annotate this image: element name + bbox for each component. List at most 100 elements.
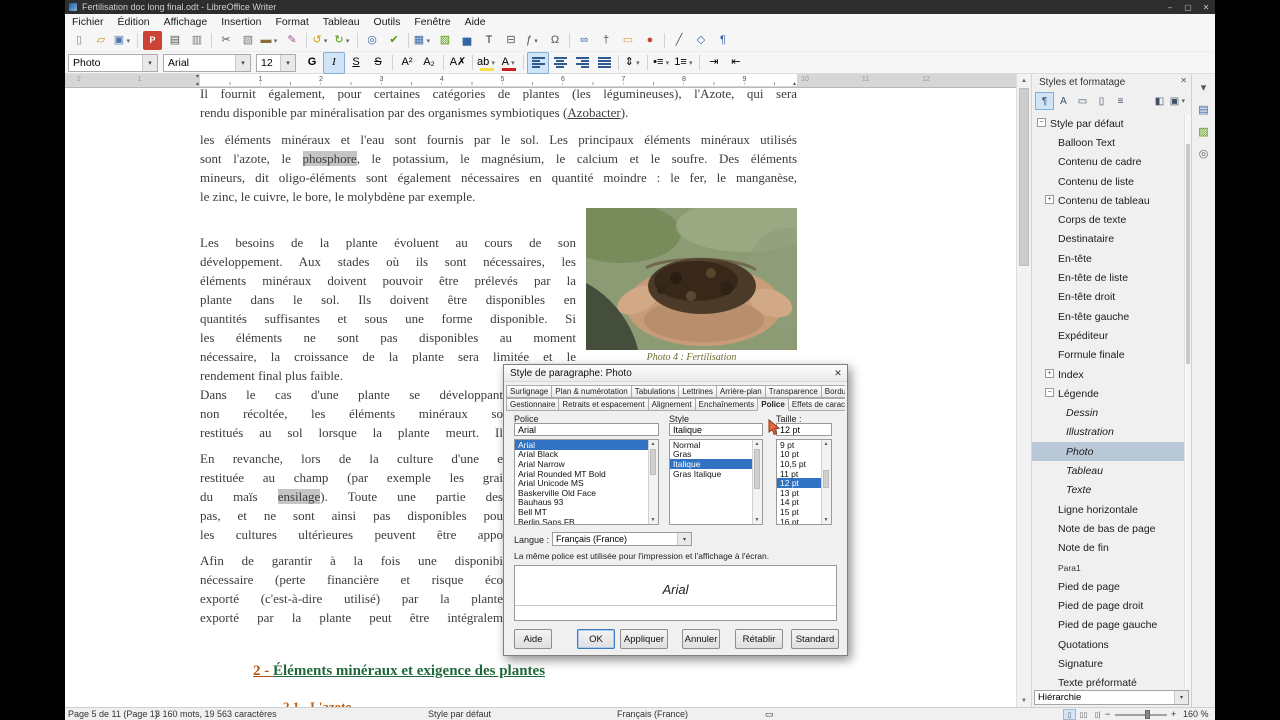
expander-icon[interactable]: + (1045, 368, 1054, 378)
style-item-expediteur[interactable]: Expéditeur (1032, 326, 1184, 345)
size-list-item[interactable]: 11 pt (777, 469, 821, 479)
menu-format[interactable]: Format (269, 14, 316, 30)
expander-icon[interactable]: − (1045, 388, 1054, 398)
paragraph-style-combo[interactable]: Photo ▾ (68, 53, 158, 72)
zoom-out-button[interactable]: − (1105, 709, 1110, 719)
font-size-dropdown[interactable]: ▾ (280, 54, 295, 71)
tab-bordures[interactable]: Bordures (820, 385, 845, 398)
line-spacing-dropdown[interactable]: ▾ (634, 59, 642, 67)
style-list-scroll-up-icon[interactable]: ▲ (753, 440, 761, 448)
size-list-scroll-down-icon[interactable]: ▼ (822, 516, 830, 524)
maximize-button[interactable]: ▢ (1179, 0, 1197, 14)
size-list-item[interactable]: 14 pt (777, 497, 821, 507)
style-filter-dropdown[interactable]: ▾ (1174, 691, 1188, 704)
menu-fenetre[interactable]: Fenêtre (407, 14, 457, 30)
menu-tableau[interactable]: Tableau (316, 14, 367, 30)
size-list-item[interactable]: 10 pt (777, 449, 821, 459)
tab-surlignage[interactable]: Surlignage (506, 385, 553, 398)
formatting-marks-button[interactable]: ¶ (712, 30, 734, 52)
zoom-in-button[interactable]: + (1171, 709, 1176, 719)
insert-textbox-button[interactable]: T (478, 30, 500, 52)
insert-line-button[interactable]: ╱ (668, 30, 690, 52)
menu-edition[interactable]: Édition (111, 14, 157, 30)
zoom-slider[interactable] (1115, 710, 1167, 719)
numbered-list-dropdown[interactable]: ▾ (687, 59, 695, 67)
style-list-item[interactable]: Gras (670, 449, 752, 459)
size-list-item[interactable]: 9 pt (777, 440, 821, 450)
fertilisation-photo[interactable] (586, 208, 797, 350)
align-left-button[interactable] (527, 51, 550, 74)
style-item-en-tete[interactable]: En-tête (1032, 249, 1184, 268)
page-styles-button[interactable]: ▯ (1092, 92, 1111, 110)
font-color-dropdown[interactable]: ▾ (509, 59, 517, 67)
expander-icon[interactable]: − (1037, 118, 1046, 127)
size-list-item[interactable]: 15 pt (777, 507, 821, 517)
style-list-scrollbar[interactable]: ▲ ▼ (752, 440, 762, 524)
font-list-item[interactable]: Arial Black (515, 449, 648, 459)
style-item-texte[interactable]: Texte (1032, 481, 1184, 500)
style-item-illustration[interactable]: Illustration (1032, 423, 1184, 442)
apply-button[interactable]: Appliquer (620, 629, 668, 649)
font-list-item[interactable]: Bauhaus 93 (515, 497, 648, 507)
tab-police[interactable]: Police (757, 398, 789, 411)
underline-button[interactable]: S (345, 52, 367, 74)
insert-chart-button[interactable]: ▅ (456, 30, 478, 52)
ok-button[interactable]: OK (577, 629, 615, 649)
paragraph-styles-button[interactable]: ¶ (1035, 92, 1054, 110)
special-character-button[interactable]: Ω (544, 30, 566, 52)
indent-marker-left[interactable]: ▴ (196, 81, 199, 87)
size-list-item[interactable]: 13 pt (777, 488, 821, 498)
menu-outils[interactable]: Outils (367, 14, 408, 30)
book-view-button[interactable]: ▯| (1091, 709, 1104, 720)
language-indicator[interactable]: Français (France) (617, 709, 688, 719)
save-dropdown[interactable]: ▾ (124, 37, 132, 45)
size-list-scroll-up-icon[interactable]: ▲ (822, 440, 830, 448)
font-name-input[interactable]: Arial (514, 423, 659, 436)
size-list-item[interactable]: 16 pt (777, 517, 821, 524)
highlight-color-dropdown[interactable]: ▾ (489, 59, 497, 67)
insert-field-dropdown[interactable]: ▾ (532, 37, 540, 45)
paste-button[interactable]: ▬ ▾ (259, 30, 281, 52)
font-color-button[interactable]: A ▾ (498, 52, 520, 74)
menu-aide[interactable]: Aide (458, 14, 493, 30)
style-listbox[interactable]: Normal Gras Italique Gras Italique ▲ ▼ (669, 439, 763, 525)
align-justify-button[interactable] (593, 52, 615, 74)
tab-retraits-et-espacement[interactable]: Retraits et espacement (558, 398, 649, 411)
insert-image-button[interactable]: ▨ (434, 30, 456, 52)
size-list-scroll-thumb[interactable] (823, 470, 829, 488)
font-list-scroll-down-icon[interactable]: ▼ (649, 516, 657, 524)
style-item-contenu-de-cadre[interactable]: Contenu de cadre (1032, 153, 1184, 172)
tab-enchainements[interactable]: Enchaînements (694, 398, 759, 411)
indent-marker-right[interactable]: ▴ (793, 81, 796, 87)
highlight-color-button[interactable]: ab ▾ (476, 52, 498, 74)
strikethrough-button[interactable]: S (367, 52, 389, 74)
reset-button[interactable]: Rétablir (735, 629, 783, 649)
font-list-item[interactable]: Arial Unicode MS (515, 478, 648, 488)
style-list-item[interactable]: Italique (670, 459, 752, 469)
bullet-list-dropdown[interactable]: ▾ (663, 59, 671, 67)
insert-comment-button[interactable]: ▭ (617, 30, 639, 52)
font-name-combo[interactable]: Arial ▾ (163, 53, 251, 72)
size-list-item[interactable]: 12 pt (777, 478, 821, 488)
align-right-button[interactable] (571, 52, 593, 74)
style-item-contenu-de-liste[interactable]: Contenu de liste (1032, 172, 1184, 191)
open-button[interactable]: ▱ (90, 30, 112, 52)
font-list-item[interactable]: Bell MT (515, 507, 648, 517)
font-listbox[interactable]: Arial Arial Black Arial Narrow Arial Rounde… (514, 439, 659, 525)
style-item-photo[interactable]: Photo (1032, 442, 1184, 462)
font-style-input[interactable]: Italique (669, 423, 763, 436)
clone-formatting-button[interactable]: ✎ (281, 30, 303, 52)
style-item-para1[interactable]: Para1 (1032, 558, 1184, 577)
tab-tabulations[interactable]: Tabulations (630, 385, 680, 398)
font-list-item[interactable]: Arial (515, 440, 648, 450)
scroll-up-icon[interactable]: ▲ (1017, 74, 1031, 87)
style-list-item[interactable]: Gras Italique (670, 469, 752, 479)
style-item-en-tete-de-liste[interactable]: En-tête de liste (1032, 268, 1184, 287)
print-button[interactable]: ▤ (164, 30, 186, 52)
style-item-corps-de-texte[interactable]: Corps de texte (1032, 211, 1184, 230)
style-item-balloon-text[interactable]: Balloon Text (1032, 133, 1184, 152)
language-dropdown[interactable]: ▾ (677, 533, 691, 545)
menu-affichage[interactable]: Affichage (157, 14, 215, 30)
ruler[interactable]: ▾ ▴ ▴ 1 2 3 4 5 6 7 8 9 1 2 10 11 12 (65, 74, 1016, 88)
word-count[interactable]: 3 160 mots, 19 563 caractères (155, 709, 277, 719)
